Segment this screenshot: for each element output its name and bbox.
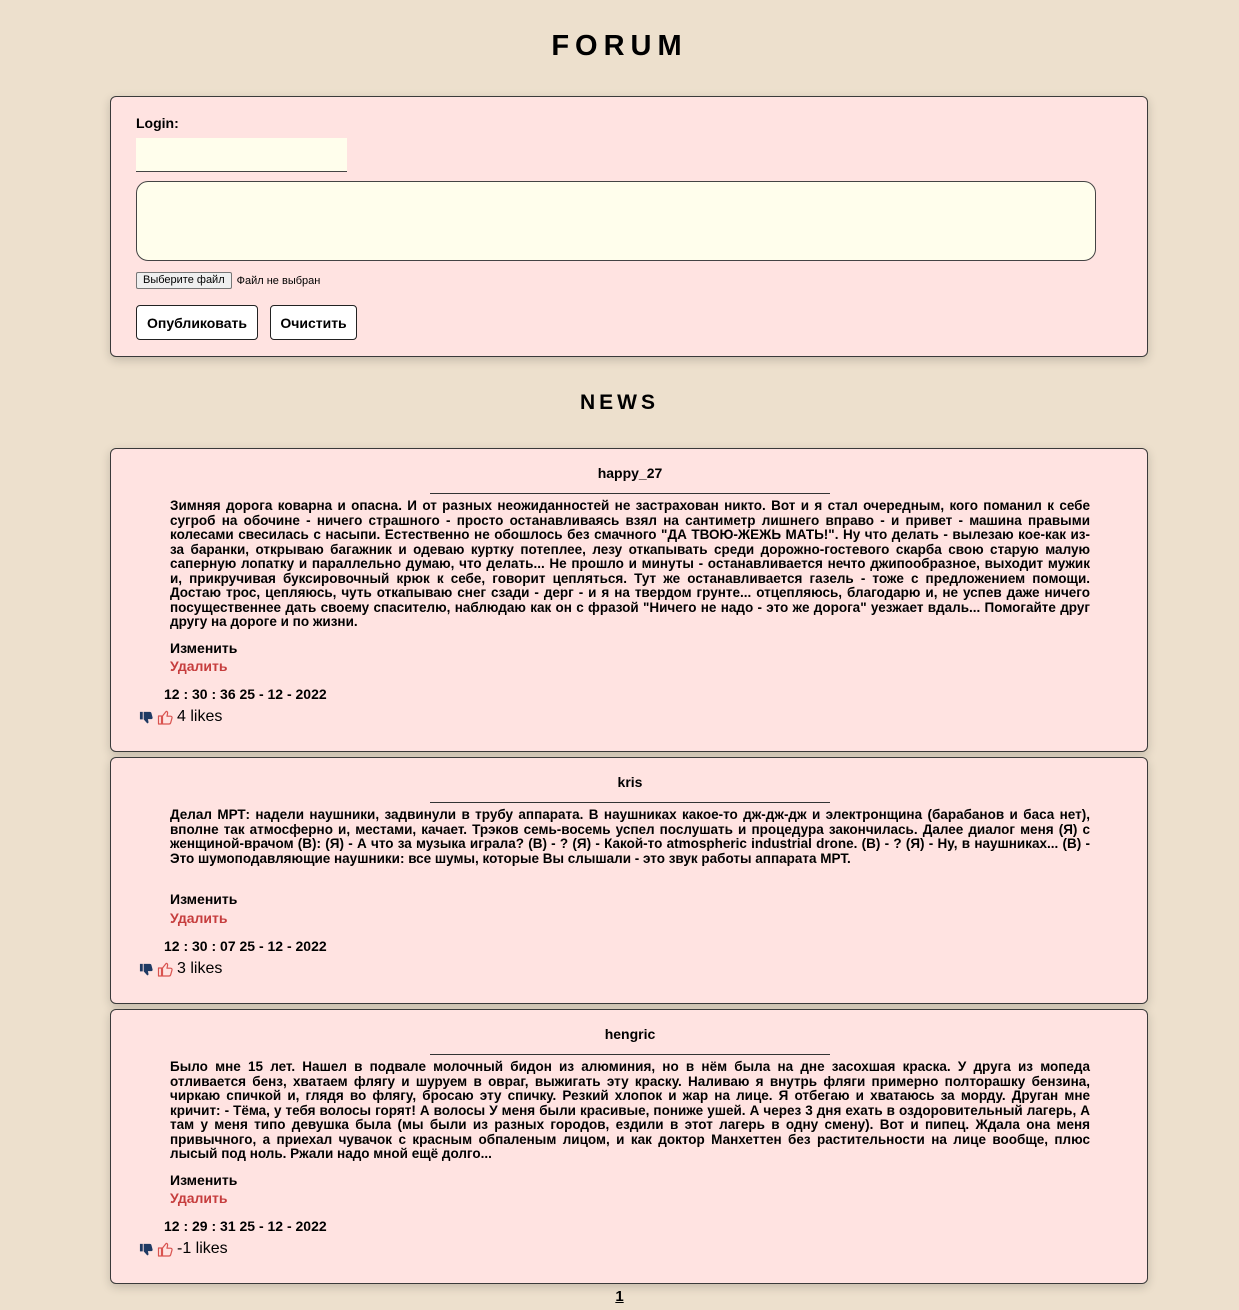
- delete-link[interactable]: Удалить: [170, 1190, 227, 1206]
- thumbs-up-icon[interactable]: [157, 1241, 174, 1257]
- edit-link[interactable]: Изменить: [170, 1172, 237, 1188]
- login-label: Login:: [136, 115, 179, 131]
- thumbs-up-icon[interactable]: [157, 709, 174, 725]
- post-author: hengric: [604, 1026, 656, 1042]
- post-text: Зимняя дорога коварна и опасна. И от раз…: [170, 498, 1090, 629]
- post-form: Login: Выберите файл Файл не выбран Опуб…: [110, 96, 1148, 357]
- likes-count: 3 likes: [177, 960, 223, 977]
- likes-row: 3 likes: [139, 960, 222, 978]
- edit-link[interactable]: Изменить: [170, 891, 237, 907]
- post-text: Было мне 15 лет. Нашел в подвале молочны…: [170, 1059, 1090, 1161]
- post-author: happy_27: [597, 465, 663, 481]
- file-status-text: Файл не выбран: [236, 274, 321, 287]
- news-post: kris Делал МРТ: надели наушники, задвину…: [110, 757, 1148, 1004]
- edit-link[interactable]: Изменить: [170, 640, 237, 656]
- file-picker: Выберите файл Файл не выбран: [136, 272, 320, 289]
- pagination: 1: [0, 1288, 1239, 1305]
- delete-link[interactable]: Удалить: [170, 910, 227, 926]
- likes-count: 4 likes: [177, 708, 223, 725]
- publish-button[interactable]: Опубликовать: [136, 305, 258, 340]
- post-divider: [430, 802, 830, 803]
- post-divider: [430, 493, 830, 494]
- likes-row: -1 likes: [139, 1240, 228, 1258]
- choose-file-button[interactable]: Выберите файл: [136, 272, 232, 289]
- post-author: kris: [617, 774, 643, 790]
- login-input[interactable]: [136, 138, 347, 172]
- thumbs-down-icon[interactable]: [139, 962, 154, 977]
- thumbs-down-icon[interactable]: [139, 710, 154, 725]
- page-title: FORUM: [551, 30, 688, 62]
- post-divider: [430, 1054, 830, 1055]
- news-post: happy_27 Зимняя дорога коварна и опасна.…: [110, 448, 1148, 752]
- post-timestamp: 12 : 30 : 07 25 - 12 - 2022: [164, 938, 327, 954]
- news-heading: NEWS: [580, 391, 659, 414]
- message-textarea[interactable]: [136, 181, 1096, 261]
- thumbs-up-icon[interactable]: [157, 961, 174, 977]
- likes-count: -1 likes: [177, 1240, 228, 1257]
- delete-link[interactable]: Удалить: [170, 658, 227, 674]
- post-timestamp: 12 : 29 : 31 25 - 12 - 2022: [164, 1218, 327, 1234]
- likes-row: 4 likes: [139, 708, 222, 726]
- post-text: Делал МРТ: надели наушники, задвинули в …: [170, 807, 1090, 866]
- post-timestamp: 12 : 30 : 36 25 - 12 - 2022: [164, 686, 327, 702]
- clear-button[interactable]: Очистить: [270, 305, 357, 340]
- page-link[interactable]: 1: [615, 1288, 623, 1305]
- news-post: hengric Было мне 15 лет. Нашел в подвале…: [110, 1009, 1148, 1284]
- thumbs-down-icon[interactable]: [139, 1242, 154, 1257]
